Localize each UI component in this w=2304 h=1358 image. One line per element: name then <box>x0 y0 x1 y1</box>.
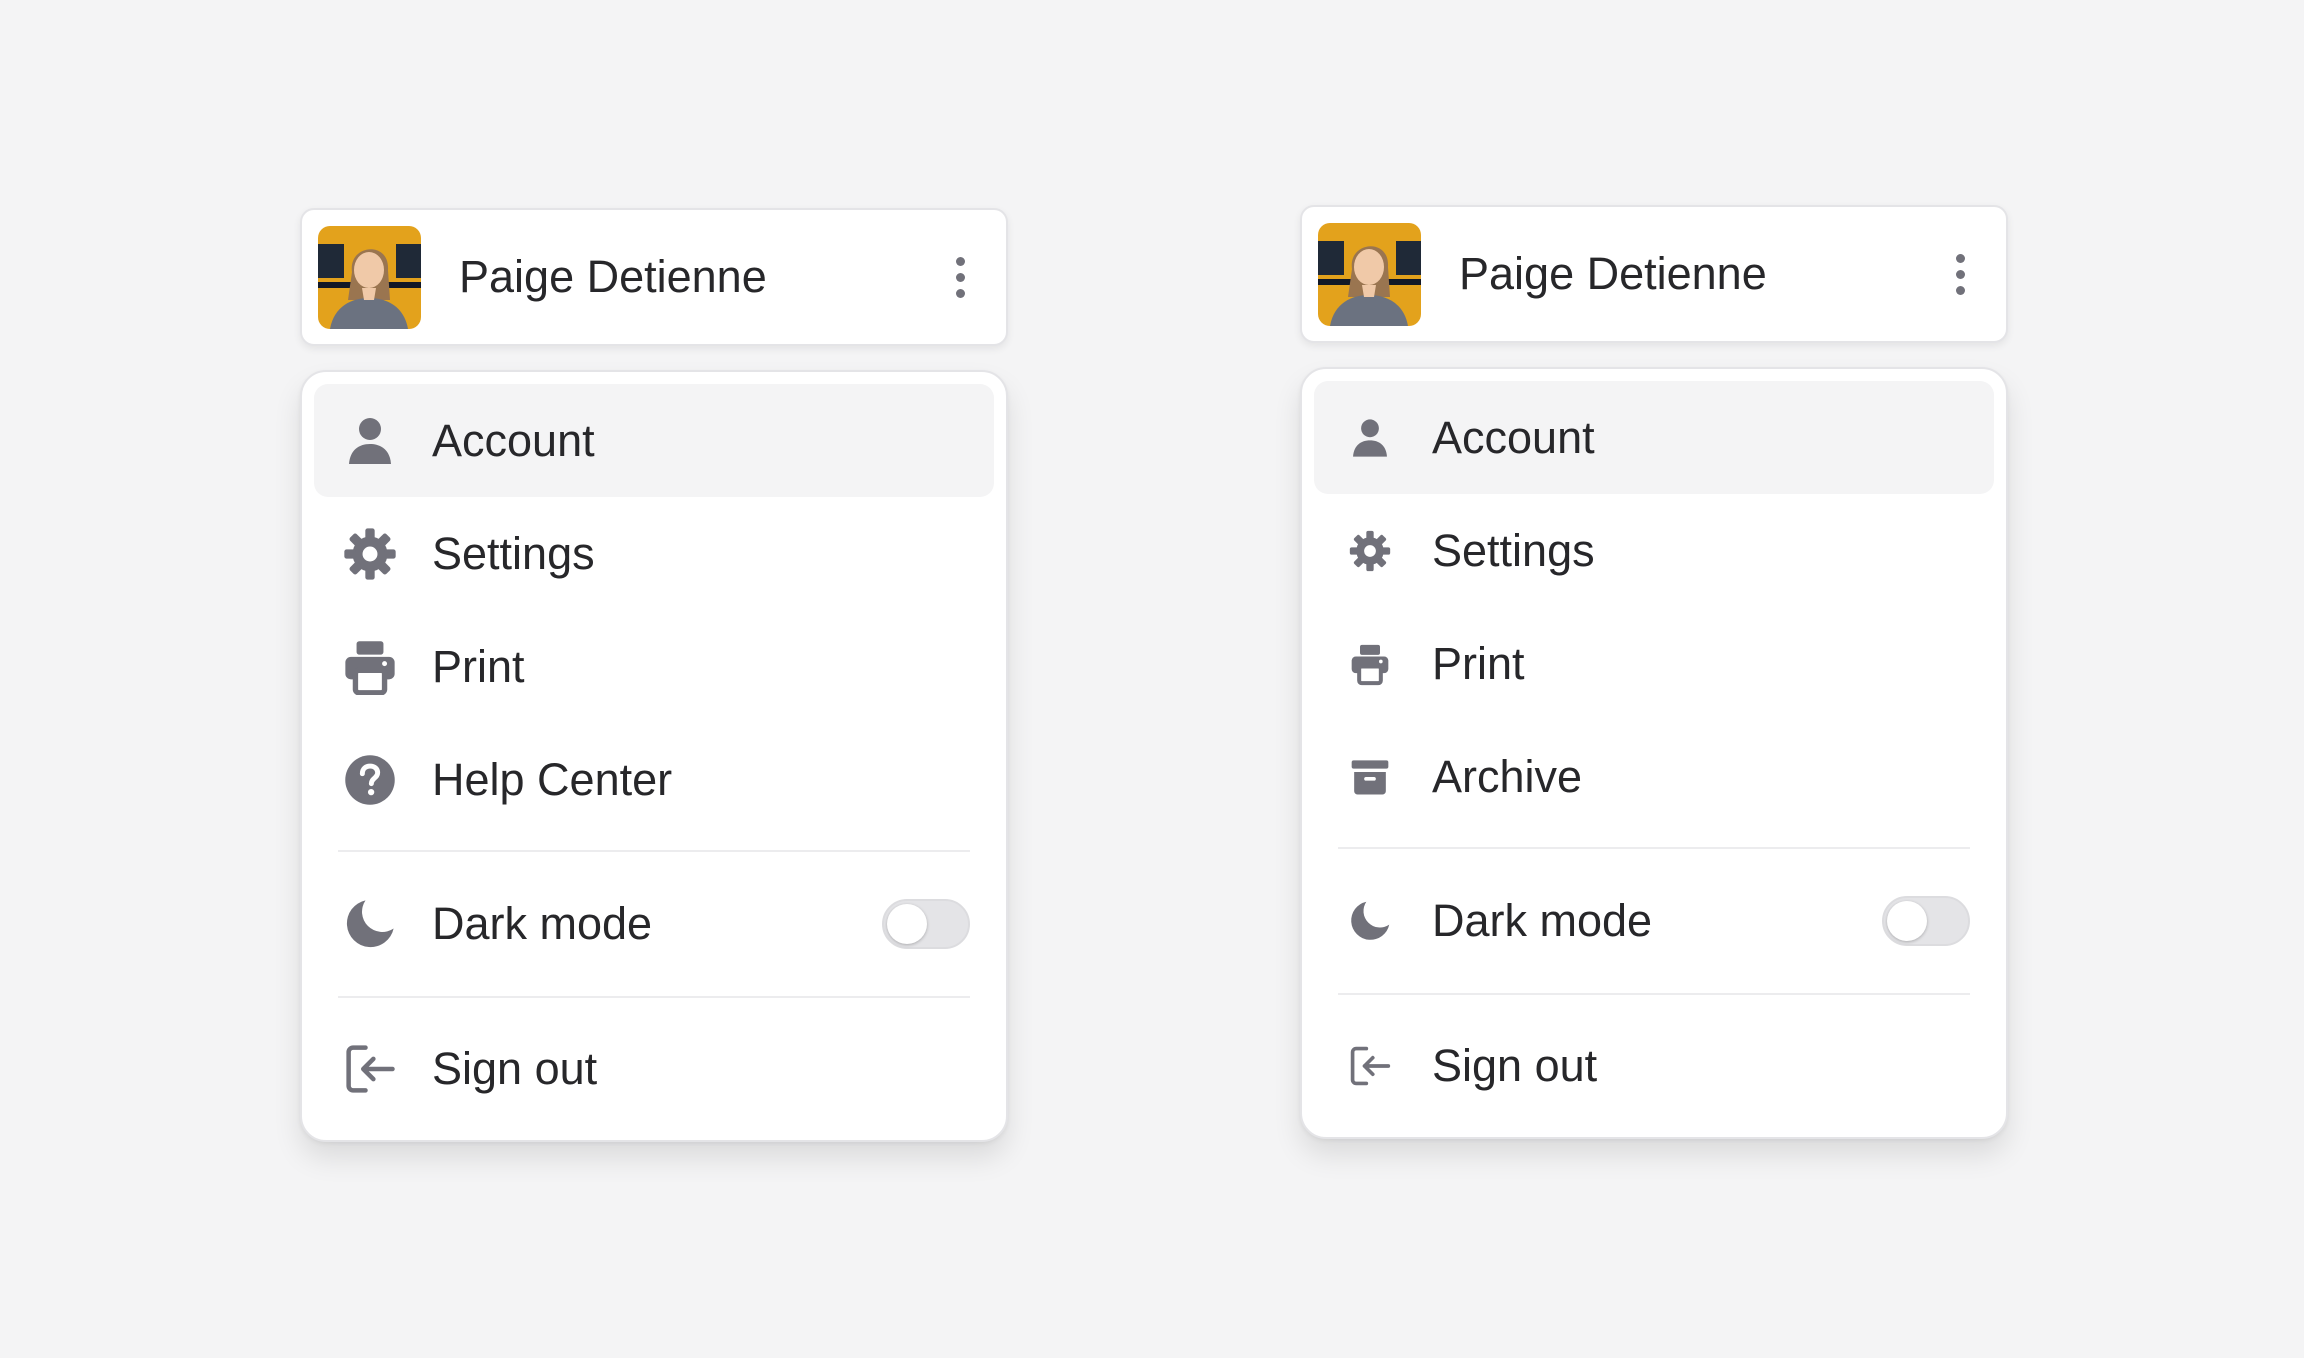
more-options-icon[interactable] <box>932 237 988 317</box>
dark-mode-toggle[interactable] <box>882 899 970 949</box>
menu-item-label: Settings <box>432 527 595 579</box>
menu-item-label: Sign out <box>1432 1040 1598 1091</box>
user-name: Paige Detienne <box>459 251 767 302</box>
user-name: Paige Detienne <box>1459 248 1767 299</box>
user-icon <box>342 413 398 469</box>
divider <box>1338 847 1970 849</box>
avatar <box>318 225 421 329</box>
menu-item-label: Dark mode <box>1432 895 1653 946</box>
dropdown-menu: Account Settings Print Help Center Dark … <box>300 370 1008 1142</box>
menu-item-label: Print <box>432 640 525 692</box>
moon-icon <box>1342 893 1398 949</box>
menu-item-print[interactable]: Print <box>314 610 994 723</box>
menu-item-label: Dark mode <box>432 898 653 949</box>
toggle-knob <box>887 904 927 944</box>
user-card[interactable]: Paige Detienne <box>1300 205 2008 343</box>
menu-item-label: Print <box>1432 637 1525 689</box>
menu-item-sign-out[interactable]: Sign out <box>314 1012 994 1126</box>
menu-item-account[interactable]: Account <box>314 384 994 497</box>
gear-icon <box>342 526 398 582</box>
menu-item-dark-mode[interactable]: Dark mode <box>314 866 994 982</box>
menu-item-label: Settings <box>1432 524 1595 576</box>
user-menu-variant-1: Paige Detienne Account Settings Print He… <box>300 208 1008 1142</box>
menu-item-label: Account <box>1432 411 1595 463</box>
user-card[interactable]: Paige Detienne <box>300 208 1008 346</box>
dropdown-menu: Account Settings Print Archive Dark mode… <box>1300 367 2008 1139</box>
menu-item-label: Sign out <box>432 1043 598 1094</box>
dark-mode-toggle[interactable] <box>1882 896 1970 946</box>
menu-item-settings[interactable]: Settings <box>1314 494 1994 607</box>
sign-out-icon <box>1342 1038 1398 1094</box>
printer-icon <box>342 639 398 695</box>
menu-item-print[interactable]: Print <box>1314 607 1994 720</box>
moon-icon <box>342 896 398 952</box>
menu-item-archive[interactable]: Archive <box>1314 720 1994 833</box>
divider <box>338 996 970 998</box>
archive-icon <box>1342 749 1398 805</box>
canvas: Paige Detienne Account Settings Print He… <box>0 0 2304 1358</box>
gear-icon <box>1342 523 1398 579</box>
avatar <box>1318 222 1421 326</box>
divider <box>338 850 970 852</box>
menu-item-label: Help Center <box>432 753 673 805</box>
menu-item-label: Archive <box>1432 750 1583 802</box>
menu-item-settings[interactable]: Settings <box>314 497 994 610</box>
menu-item-label: Account <box>432 414 595 466</box>
sign-out-icon <box>342 1041 398 1097</box>
toggle-knob <box>1887 901 1927 941</box>
user-menu-variant-2: Paige Detienne Account Settings Print Ar… <box>1300 205 2008 1139</box>
help-circle-icon <box>342 752 398 808</box>
printer-icon <box>1342 636 1398 692</box>
menu-item-help-center[interactable]: Help Center <box>314 723 994 836</box>
menu-item-sign-out[interactable]: Sign out <box>1314 1009 1994 1123</box>
more-options-icon[interactable] <box>1932 234 1988 314</box>
menu-item-dark-mode[interactable]: Dark mode <box>1314 863 1994 979</box>
user-icon <box>1342 410 1398 466</box>
divider <box>1338 993 1970 995</box>
menu-item-account[interactable]: Account <box>1314 381 1994 494</box>
